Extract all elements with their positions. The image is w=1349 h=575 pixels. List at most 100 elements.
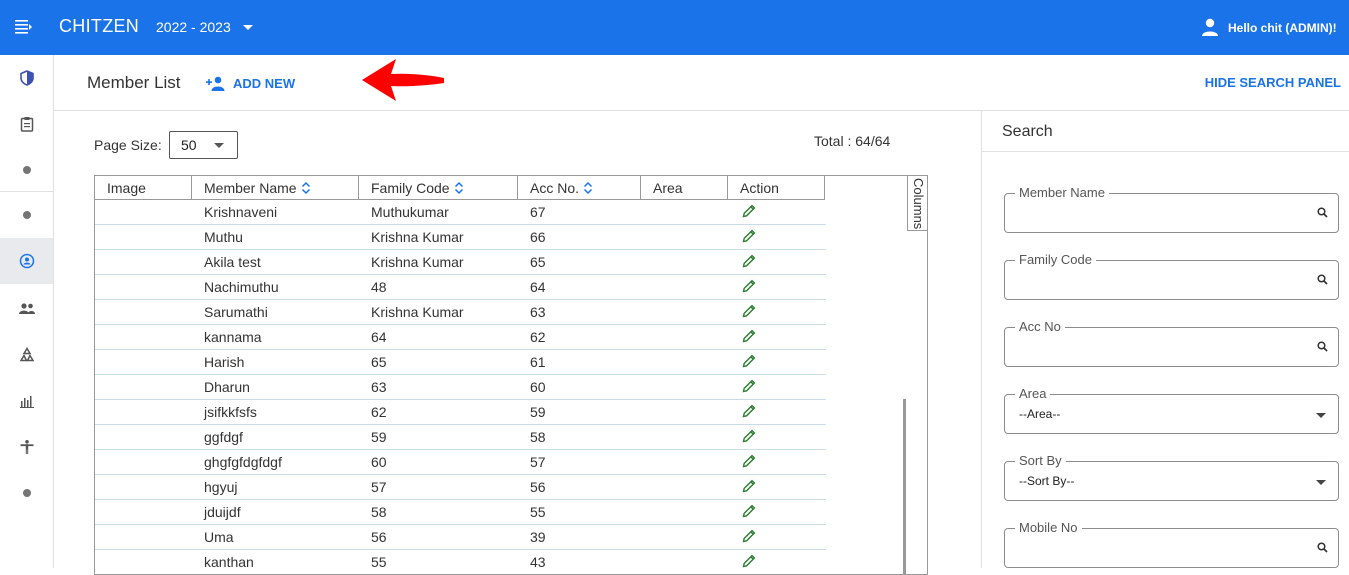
family-code-field[interactable]: Family Code xyxy=(1004,252,1339,300)
sort-icon[interactable] xyxy=(583,181,593,195)
column-header-member-name[interactable]: Member Name xyxy=(192,176,359,200)
page-size-label: Page Size: xyxy=(94,137,162,153)
table-row[interactable]: Sarumathi Krishna Kumar 63 xyxy=(95,300,826,325)
sort-by-select[interactable]: Sort By --Sort By-- xyxy=(1004,453,1339,501)
column-header-family-code[interactable]: Family Code xyxy=(359,176,518,200)
edit-icon[interactable] xyxy=(741,353,757,369)
page-size-select[interactable]: 50 xyxy=(169,131,238,159)
table-row[interactable]: Harish 65 61 xyxy=(95,350,826,375)
edit-icon[interactable] xyxy=(741,253,757,269)
dot-icon xyxy=(22,166,31,174)
chevron-down-icon[interactable] xyxy=(243,25,253,30)
page-size-value: 50 xyxy=(181,137,197,153)
sidebar-item-groups[interactable] xyxy=(0,286,53,332)
table-row[interactable]: ghgfgfdgfdgf 60 57 xyxy=(95,450,826,475)
table-row[interactable]: hgyuj 57 56 xyxy=(95,475,826,500)
sidebar-item-dot-1[interactable] xyxy=(0,147,53,193)
financial-year-select[interactable]: 2022 - 2023 xyxy=(156,19,231,35)
search-icon[interactable] xyxy=(1317,274,1328,285)
member-name-cell: ghgfgfdgfdgf xyxy=(204,454,282,470)
brand-title: CHITZEN xyxy=(59,16,140,36)
table-row[interactable]: jsifkkfsfs 62 59 xyxy=(95,400,826,425)
dot-icon xyxy=(22,211,31,219)
field-label: Mobile No xyxy=(1015,520,1082,535)
member-name-cell: jduijdf xyxy=(204,504,241,520)
acc-no-cell: 64 xyxy=(530,279,546,295)
top-app-bar: CHITZEN 2022 - 2023 Hello chit (ADMIN)! xyxy=(0,0,1349,55)
sort-icon[interactable] xyxy=(454,181,464,195)
edit-icon[interactable] xyxy=(741,203,757,219)
sidebar-item-reports[interactable] xyxy=(0,378,53,424)
family-code-cell: Krishna Kumar xyxy=(371,229,464,245)
edit-icon[interactable] xyxy=(741,428,757,444)
member-name-field[interactable]: Member Name xyxy=(1004,185,1339,233)
sidebar-item-dot-2[interactable] xyxy=(0,192,53,238)
table-row[interactable]: jduijdf 58 55 xyxy=(95,500,826,525)
edit-icon[interactable] xyxy=(741,453,757,469)
edit-icon[interactable] xyxy=(741,378,757,394)
field-label: Area xyxy=(1015,386,1051,401)
column-label: Member Name xyxy=(204,180,297,196)
acc-no-cell: 65 xyxy=(530,254,546,270)
search-icon[interactable] xyxy=(1317,542,1328,553)
sidebar-item-person[interactable] xyxy=(0,424,53,470)
search-icon[interactable] xyxy=(1317,207,1328,218)
area-select[interactable]: Area --Area-- xyxy=(1004,386,1339,434)
column-header-image[interactable]: Image xyxy=(95,176,192,200)
sidebar-item-members[interactable] xyxy=(0,238,53,284)
table-row[interactable]: Nachimuthu 48 64 xyxy=(95,275,826,300)
member-name-cell: jsifkkfsfs xyxy=(204,404,257,420)
acc-no-cell: 56 xyxy=(530,479,546,495)
edit-icon[interactable] xyxy=(741,328,757,344)
edit-icon[interactable] xyxy=(741,478,757,494)
acc-no-cell: 61 xyxy=(530,354,546,370)
search-icon[interactable] xyxy=(1317,341,1328,352)
columns-tab[interactable]: Columns xyxy=(907,176,927,231)
sidebar-item-recycle[interactable] xyxy=(0,332,53,378)
acc-no-cell: 62 xyxy=(530,329,546,345)
member-name-cell: Akila test xyxy=(204,254,261,270)
sidebar-item-shield[interactable] xyxy=(0,55,53,101)
table-row[interactable]: kanthan 55 43 xyxy=(95,550,826,574)
edit-icon[interactable] xyxy=(741,403,757,419)
vertical-scrollbar[interactable] xyxy=(903,399,906,574)
area-selected-value: --Area-- xyxy=(1019,407,1061,421)
mobile-no-field[interactable]: Mobile No xyxy=(1004,520,1339,568)
column-header-area[interactable]: Area xyxy=(641,176,728,200)
member-name-cell: ggfdgf xyxy=(204,429,243,445)
recycle-icon xyxy=(19,347,34,362)
edit-icon[interactable] xyxy=(741,228,757,244)
edit-icon[interactable] xyxy=(741,503,757,519)
acc-no-cell: 66 xyxy=(530,229,546,245)
table-row[interactable]: ggfdgf 59 58 xyxy=(95,425,826,450)
edit-icon[interactable] xyxy=(741,553,757,569)
menu-toggle-icon[interactable] xyxy=(15,19,33,35)
table-row[interactable]: Uma 56 39 xyxy=(95,525,826,550)
acc-no-field[interactable]: Acc No xyxy=(1004,319,1339,367)
family-code-cell: Muthukumar xyxy=(371,204,449,220)
table-row[interactable]: kannama 64 62 xyxy=(95,325,826,350)
hide-search-panel-button[interactable]: HIDE SEARCH PANEL xyxy=(1205,75,1341,90)
edit-icon[interactable] xyxy=(741,278,757,294)
acc-no-cell: 63 xyxy=(530,304,546,320)
table-row[interactable]: Krishnaveni Muthukumar 67 xyxy=(95,200,826,225)
table-row[interactable]: Dharun 63 60 xyxy=(95,375,826,400)
add-new-button[interactable]: ADD NEW xyxy=(206,72,295,94)
sidebar-item-dot-3[interactable] xyxy=(0,470,53,516)
family-code-cell: Krishna Kumar xyxy=(371,304,464,320)
column-header-action: Action xyxy=(728,176,825,200)
field-label: Family Code xyxy=(1015,252,1096,267)
family-code-cell: 58 xyxy=(371,504,387,520)
user-greeting[interactable]: Hello chit (ADMIN)! xyxy=(1228,21,1337,35)
acc-no-cell: 58 xyxy=(530,429,546,445)
sort-icon[interactable] xyxy=(301,181,311,195)
edit-icon[interactable] xyxy=(741,303,757,319)
edit-icon[interactable] xyxy=(741,528,757,544)
table-row[interactable]: Muthu Krishna Kumar 66 xyxy=(95,225,826,250)
sidebar-item-clipboard[interactable] xyxy=(0,101,53,147)
column-header-acc-no[interactable]: Acc No. xyxy=(518,176,641,200)
table-row[interactable]: Akila test Krishna Kumar 65 xyxy=(95,250,826,275)
member-name-cell: Krishnaveni xyxy=(204,204,278,220)
field-label: Acc No xyxy=(1015,319,1065,334)
user-icon[interactable] xyxy=(1201,18,1219,36)
